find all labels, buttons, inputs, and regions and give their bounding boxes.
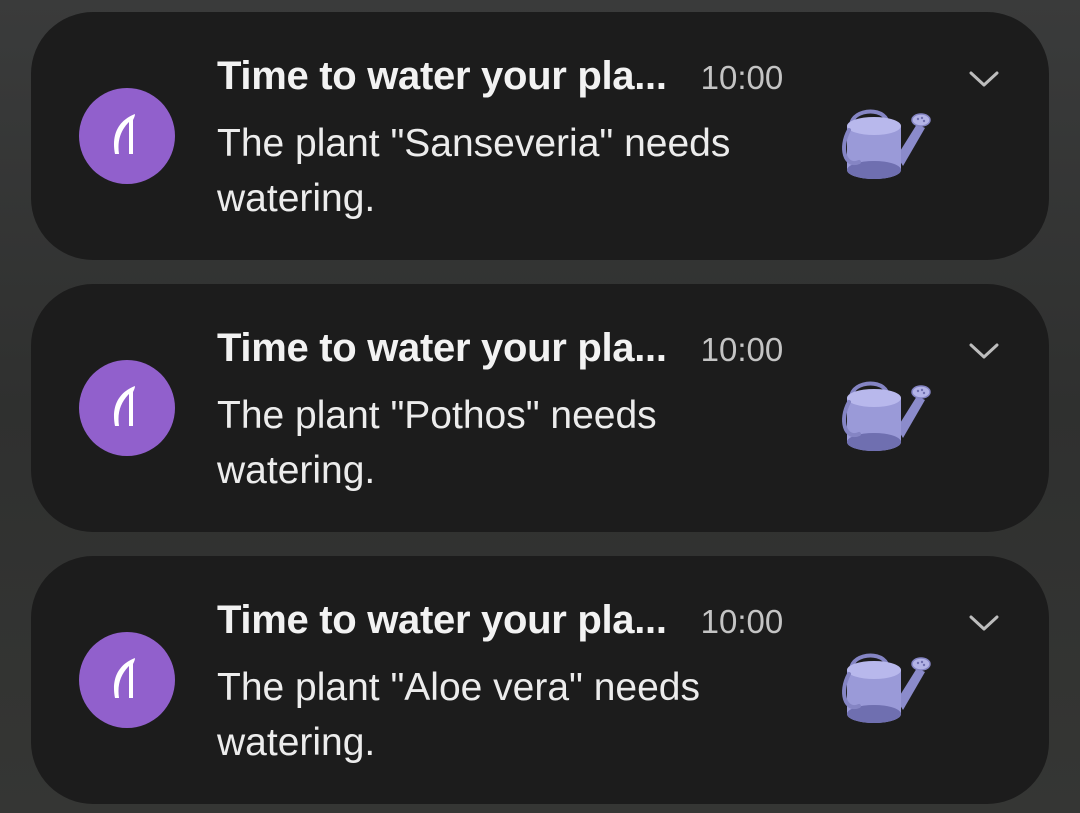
notification-header: Time to water your pla... 10:00 xyxy=(217,54,783,99)
watering-can-icon xyxy=(839,90,935,186)
chevron-down-icon xyxy=(969,343,999,359)
notification-title: Time to water your pla... xyxy=(217,598,667,642)
plant-leaf-icon xyxy=(113,114,135,154)
notification-title: Time to water your pla... xyxy=(217,326,667,370)
expand-button[interactable] xyxy=(967,66,1001,92)
watering-can-icon xyxy=(839,634,935,730)
notification-card[interactable]: Time to water your pla... 10:00 The plan… xyxy=(31,556,1049,804)
notification-card[interactable]: Time to water your pla... 10:00 The plan… xyxy=(31,284,1049,532)
notification-header: Time to water your pla... 10:00 xyxy=(217,598,783,643)
expand-button[interactable] xyxy=(967,338,1001,364)
notification-time: 10:00 xyxy=(700,59,784,96)
chevron-down-icon xyxy=(969,71,999,87)
notification-body: The plant "Pothos" needs watering. xyxy=(217,394,657,492)
notification-body: The plant "Aloe vera" needs watering. xyxy=(217,666,700,764)
chevron-down-icon xyxy=(969,615,999,631)
plant-leaf-icon xyxy=(113,658,135,698)
app-icon xyxy=(79,360,175,456)
plant-leaf-icon xyxy=(113,386,135,426)
app-icon xyxy=(79,632,175,728)
notification-title: Time to water your pla... xyxy=(217,54,667,98)
watering-can-icon xyxy=(839,362,935,458)
notification-header: Time to water your pla... 10:00 xyxy=(217,326,783,371)
notification-card[interactable]: Time to water your pla... 10:00 The plan… xyxy=(31,12,1049,260)
notification-time: 10:00 xyxy=(700,331,784,368)
expand-button[interactable] xyxy=(967,610,1001,636)
app-icon xyxy=(79,88,175,184)
notification-body: The plant "Sanseveria" needs watering. xyxy=(217,122,731,220)
notification-time: 10:00 xyxy=(700,603,784,640)
notification-list: Time to water your pla... 10:00 The plan… xyxy=(31,12,1049,804)
